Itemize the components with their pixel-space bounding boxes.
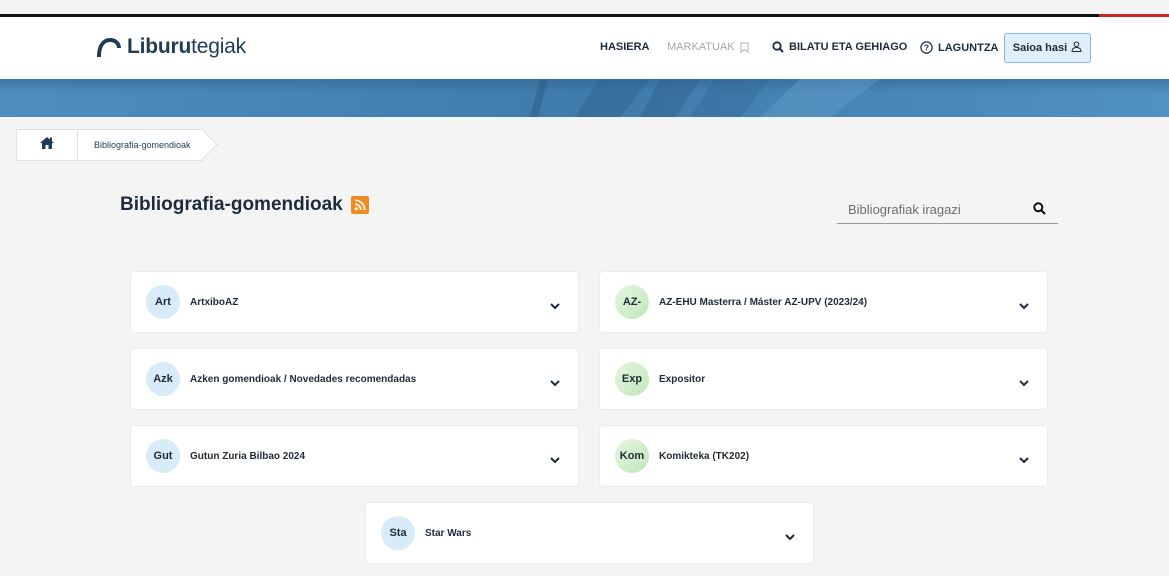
breadcrumb-current-label: Bibliografia-gomendioak <box>94 140 191 150</box>
list-card-artxiboaz[interactable]: Art ArtxiboAZ <box>130 271 579 333</box>
chevron-down-icon[interactable] <box>1019 297 1029 315</box>
login-label: Saioa hasi <box>1012 42 1068 54</box>
list-avatar: Sta <box>381 516 415 550</box>
list-card-star-wars[interactable]: Sta Star Wars <box>365 502 814 564</box>
chevron-down-icon[interactable] <box>550 297 560 315</box>
home-icon <box>39 136 55 155</box>
logo-wordmark: Liburutegiak <box>127 35 246 58</box>
site-header: Liburutegiak HASIERA MARKATUAK BILATU ET… <box>0 17 1169 79</box>
list-avatar: Art <box>146 285 180 319</box>
list-title: Komikteka (TK202) <box>659 450 750 462</box>
filter-box <box>837 196 1058 224</box>
login-button[interactable]: Saioa hasi <box>1004 33 1091 63</box>
list-card-expositor[interactable]: Exp Expositor <box>599 348 1048 410</box>
nav-laguntza[interactable]: ? LAGUNTZA <box>920 41 999 54</box>
chevron-down-icon[interactable] <box>550 451 560 469</box>
breadcrumb-current[interactable]: Bibliografia-gomendioak <box>78 129 203 161</box>
user-icon <box>1071 41 1082 55</box>
list-avatar: Azk <box>146 362 180 396</box>
help-icon: ? <box>920 41 933 54</box>
search-icon <box>772 41 784 53</box>
list-avatar: Gut <box>146 439 180 473</box>
list-card-komikteka[interactable]: Kom Komikteka (TK202) <box>599 425 1048 487</box>
rss-icon[interactable] <box>350 196 369 214</box>
filter-search-icon[interactable] <box>1033 202 1046 220</box>
site-logo[interactable]: Liburutegiak <box>95 31 246 63</box>
svg-text:?: ? <box>924 43 929 53</box>
logo-arch-icon <box>97 38 121 57</box>
nav-hasiera-label: HASIERA <box>600 41 650 53</box>
filter-input[interactable] <box>837 196 1017 222</box>
chevron-down-icon[interactable] <box>1019 451 1029 469</box>
nav-markatuak[interactable]: MARKATUAK <box>667 41 749 53</box>
bookmark-icon <box>740 42 749 53</box>
list-title: Expositor <box>659 373 706 385</box>
list-title: Azken gomendioak / Novedades recomendada… <box>190 373 417 385</box>
nav-bilatu-label: BILATU ETA GEHIAGO <box>789 41 908 53</box>
list-title: Star Wars <box>425 527 472 539</box>
nav-markatuak-label: MARKATUAK <box>667 41 735 53</box>
page-title: Bibliografia-gomendioak <box>120 194 369 216</box>
chevron-down-icon[interactable] <box>1019 374 1029 392</box>
breadcrumb: Bibliografia-gomendioak <box>16 129 203 161</box>
list-card-gutun-zuria[interactable]: Gut Gutun Zuria Bilbao 2024 <box>130 425 579 487</box>
nav-bilatu[interactable]: BILATU ETA GEHIAGO <box>772 41 907 53</box>
list-card-azken[interactable]: Azk Azken gomendioak / Novedades recomen… <box>130 348 579 410</box>
nav-laguntza-label: LAGUNTZA <box>938 41 999 54</box>
chevron-down-icon[interactable] <box>785 528 795 546</box>
list-card-az-ehu[interactable]: AZ- AZ-EHU Masterra / Máster AZ-UPV (202… <box>599 271 1048 333</box>
list-avatar: Kom <box>615 439 649 473</box>
chevron-down-icon[interactable] <box>550 374 560 392</box>
list-avatar: AZ- <box>615 285 649 319</box>
nav-hasiera[interactable]: HASIERA <box>600 41 650 53</box>
list-title: Gutun Zuria Bilbao 2024 <box>190 450 306 462</box>
list-avatar: Exp <box>615 362 649 396</box>
list-title: ArtxiboAZ <box>190 296 239 308</box>
list-title: AZ-EHU Masterra / Máster AZ-UPV (2023/24… <box>659 296 868 308</box>
header-banner <box>0 79 1169 117</box>
breadcrumb-home[interactable] <box>16 129 78 161</box>
page-title-text: Bibliografia-gomendioak <box>120 194 343 215</box>
